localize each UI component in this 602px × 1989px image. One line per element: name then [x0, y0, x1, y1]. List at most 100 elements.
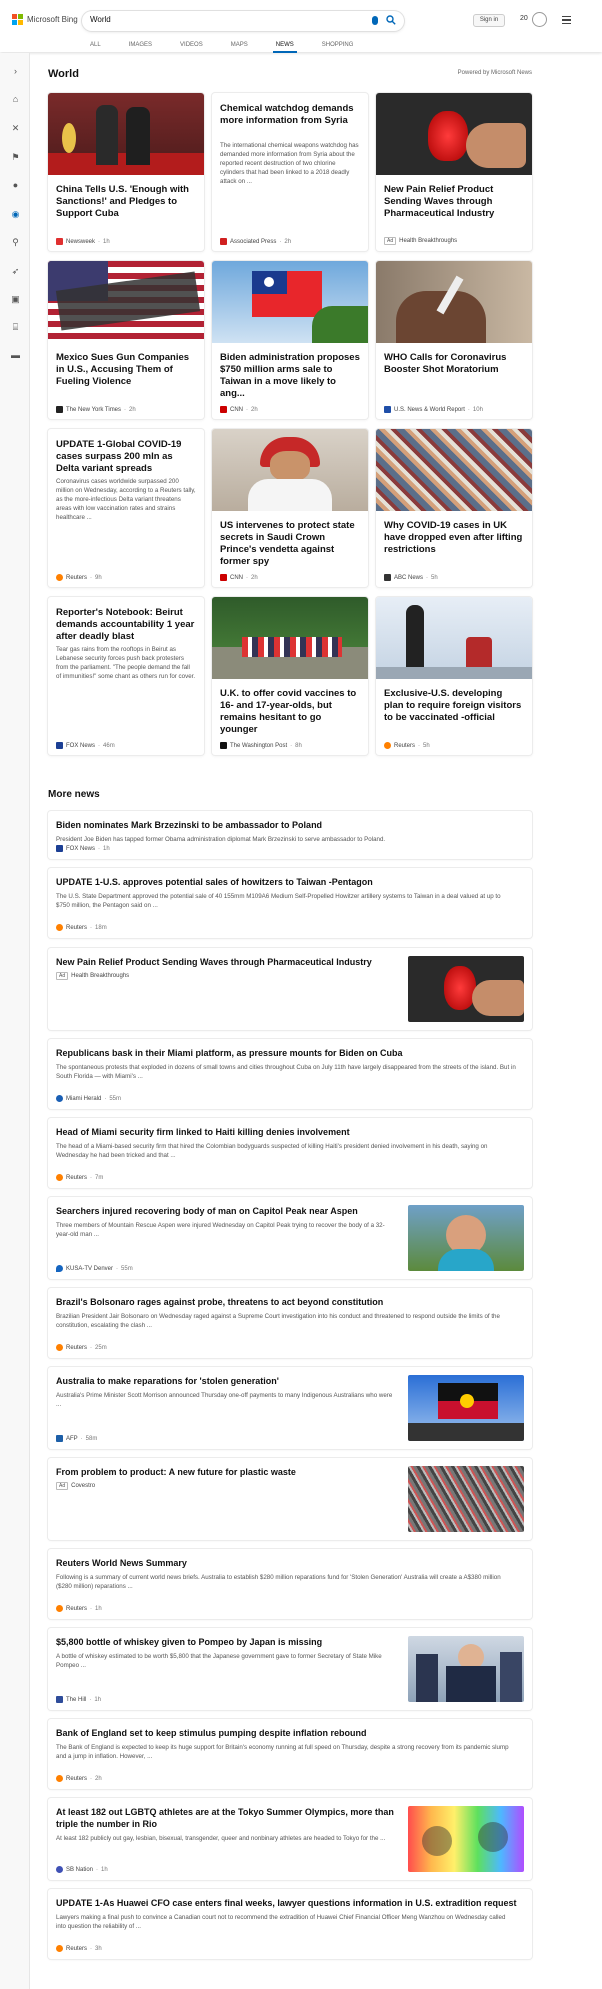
item-title[interactable]: Bank of England set to keep stimulus pum…	[56, 1727, 367, 1739]
film-icon[interactable]: ▣	[11, 295, 20, 304]
news-card-ad[interactable]: New Pain Relief Product Sending Waves th…	[376, 93, 532, 251]
tab-maps[interactable]: MAPS	[231, 42, 248, 52]
card-title[interactable]: Chemical watchdog demands more informati…	[220, 103, 360, 127]
tab-videos[interactable]: VIDEOS	[180, 42, 203, 52]
source-logo-icon	[220, 406, 227, 413]
item-title[interactable]: $5,800 bottle of whiskey given to Pompeo…	[56, 1636, 396, 1648]
bing-logo[interactable]: Microsoft Bing	[12, 14, 78, 25]
item-title[interactable]: Republicans bask in their Miami platform…	[56, 1047, 403, 1059]
search-icon[interactable]	[386, 15, 396, 25]
list-item[interactable]: Australia to make reparations for 'stole…	[48, 1367, 532, 1449]
list-item[interactable]: Bank of England set to keep stimulus pum…	[48, 1719, 532, 1789]
source-logo-icon	[56, 1945, 63, 1952]
news-card[interactable]: WHO Calls for Coronavirus Booster Shot M…	[376, 261, 532, 419]
item-title[interactable]: Biden nominates Mark Brzezinski to be am…	[56, 819, 322, 831]
list-item-ad[interactable]: From problem to product: A new future fo…	[48, 1458, 532, 1540]
item-snippet: The Bank of England is expected to keep …	[56, 1744, 509, 1760]
item-title[interactable]: Head of Miami security firm linked to Ha…	[56, 1126, 350, 1138]
home-icon[interactable]: ⌂	[11, 95, 20, 104]
science-icon[interactable]: ✕	[11, 124, 20, 133]
card-title[interactable]: Biden administration proposes $750 milli…	[220, 352, 360, 400]
ad-badge: Ad	[56, 1482, 69, 1490]
item-title[interactable]: UPDATE 1-U.S. approves potential sales o…	[56, 876, 373, 888]
news-card[interactable]: UPDATE 1-Global COVID-19 cases surpass 2…	[48, 429, 204, 587]
list-item[interactable]: Brazil's Bolsonaro rages against probe, …	[48, 1288, 532, 1358]
card-title[interactable]: US intervenes to protect state secrets i…	[220, 520, 360, 568]
list-item[interactable]: Head of Miami security firm linked to Ha…	[48, 1118, 532, 1188]
microphone-icon[interactable]	[372, 16, 378, 25]
card-title[interactable]: Reporter's Notebook: Beirut demands acco…	[56, 607, 196, 643]
item-snippet: President Joe Biden has tapped former Ob…	[56, 836, 386, 843]
news-card[interactable]: China Tells U.S. 'Enough with Sanctions!…	[48, 93, 204, 251]
card-icon[interactable]: ▬	[11, 351, 20, 360]
tab-news[interactable]: NEWS	[272, 42, 297, 53]
chevron-right-icon[interactable]: ›	[11, 67, 20, 76]
tab-shopping[interactable]: SHOPPING	[322, 42, 354, 52]
list-item[interactable]: Republicans bask in their Miami platform…	[48, 1039, 532, 1109]
card-image	[212, 597, 368, 679]
item-title[interactable]: UPDATE 1-As Huawei CFO case enters final…	[56, 1897, 516, 1909]
list-item[interactable]: $5,800 bottle of whiskey given to Pompeo…	[48, 1628, 532, 1710]
flag-icon[interactable]: ⚑	[11, 153, 20, 162]
list-item[interactable]: At least 182 out LGBTQ athletes are at t…	[48, 1798, 532, 1880]
card-title[interactable]: U.K. to offer covid vaccines to 16- and …	[220, 688, 360, 736]
source-logo-icon	[56, 1696, 63, 1703]
list-item[interactable]: UPDATE 1-As Huawei CFO case enters final…	[48, 1889, 532, 1959]
news-card[interactable]: Reporter's Notebook: Beirut demands acco…	[48, 597, 204, 755]
list-item[interactable]: Biden nominates Mark Brzezinski to be am…	[48, 811, 532, 859]
list-item[interactable]: Searchers injured recovering body of man…	[48, 1197, 532, 1279]
card-image	[376, 429, 532, 511]
search-box[interactable]: World	[82, 11, 404, 31]
news-card[interactable]: Biden administration proposes $750 milli…	[212, 261, 368, 419]
news-card[interactable]: Exclusive-U.S. developing plan to requir…	[376, 597, 532, 755]
card-title[interactable]: Why COVID-19 cases in UK have dropped ev…	[384, 520, 524, 556]
news-card[interactable]: Why COVID-19 cases in UK have dropped ev…	[376, 429, 532, 587]
card-title[interactable]: UPDATE 1-Global COVID-19 cases surpass 2…	[56, 439, 196, 475]
microscope-icon[interactable]: ⚲	[11, 238, 20, 247]
sign-in-button[interactable]: Sign in	[473, 14, 505, 27]
top-header: Microsoft Bing World Sign in 20 ALL IMAG…	[0, 0, 602, 53]
rocket-icon[interactable]: ➶	[11, 267, 20, 276]
scope-tabs: ALL IMAGES VIDEOS MAPS NEWS SHOPPING	[90, 42, 354, 53]
item-source: Reuters · 25m	[56, 1344, 107, 1351]
news-card[interactable]: Chemical watchdog demands more informati…	[212, 93, 368, 251]
source-logo-icon	[384, 742, 391, 749]
item-title[interactable]: Searchers injured recovering body of man…	[56, 1205, 396, 1217]
search-input[interactable]: World	[90, 15, 111, 24]
card-source: The New York Times · 2h	[56, 406, 136, 413]
category-rail: › ⌂ ✕ ⚑ ● ◉ ⚲ ➶ ▣ ⌸ ▬	[0, 53, 30, 1989]
location-icon[interactable]: ●	[11, 181, 20, 190]
card-image	[376, 597, 532, 679]
list-item-ad[interactable]: New Pain Relief Product Sending Waves th…	[48, 948, 532, 1030]
ad-badge: Ad	[384, 237, 397, 245]
item-title[interactable]: Australia to make reparations for 'stole…	[56, 1375, 396, 1387]
tab-images[interactable]: IMAGES	[129, 42, 152, 52]
globe-icon[interactable]: ◉	[11, 210, 20, 219]
news-card[interactable]: U.K. to offer covid vaccines to 16- and …	[212, 597, 368, 755]
hamburger-menu-icon[interactable]	[562, 16, 571, 24]
rewards-icon[interactable]	[532, 12, 547, 27]
source-logo-icon	[56, 1344, 63, 1351]
card-title[interactable]: China Tells U.S. 'Enough with Sanctions!…	[56, 184, 196, 220]
card-title[interactable]: Mexico Sues Gun Companies in U.S., Accus…	[56, 352, 196, 388]
item-title[interactable]: Reuters World News Summary	[56, 1557, 187, 1569]
card-title[interactable]: New Pain Relief Product Sending Waves th…	[384, 184, 524, 220]
rewards-points[interactable]: 20	[520, 15, 528, 22]
powered-by[interactable]: Powered by Microsoft News	[458, 70, 532, 76]
bank-icon[interactable]: ⌸	[11, 323, 20, 332]
item-title[interactable]: At least 182 out LGBTQ athletes are at t…	[56, 1806, 396, 1830]
news-card[interactable]: Mexico Sues Gun Companies in U.S., Accus…	[48, 261, 204, 419]
list-item[interactable]: UPDATE 1-U.S. approves potential sales o…	[48, 868, 532, 938]
item-title[interactable]: Brazil's Bolsonaro rages against probe, …	[56, 1296, 383, 1308]
news-card[interactable]: US intervenes to protect state secrets i…	[212, 429, 368, 587]
card-source: FOX News · 46m	[56, 742, 115, 749]
item-title[interactable]: From problem to product: A new future fo…	[56, 1466, 396, 1478]
ad-badge: Ad	[56, 972, 69, 980]
card-title[interactable]: Exclusive-U.S. developing plan to requir…	[384, 688, 524, 724]
item-title[interactable]: New Pain Relief Product Sending Waves th…	[56, 956, 396, 968]
card-source: Associated Press · 2h	[220, 238, 291, 245]
tab-all[interactable]: ALL	[90, 42, 101, 52]
list-item[interactable]: Reuters World News Summary Following is …	[48, 1549, 532, 1619]
card-title[interactable]: WHO Calls for Coronavirus Booster Shot M…	[384, 352, 524, 376]
microsoft-logo-icon	[12, 14, 23, 25]
